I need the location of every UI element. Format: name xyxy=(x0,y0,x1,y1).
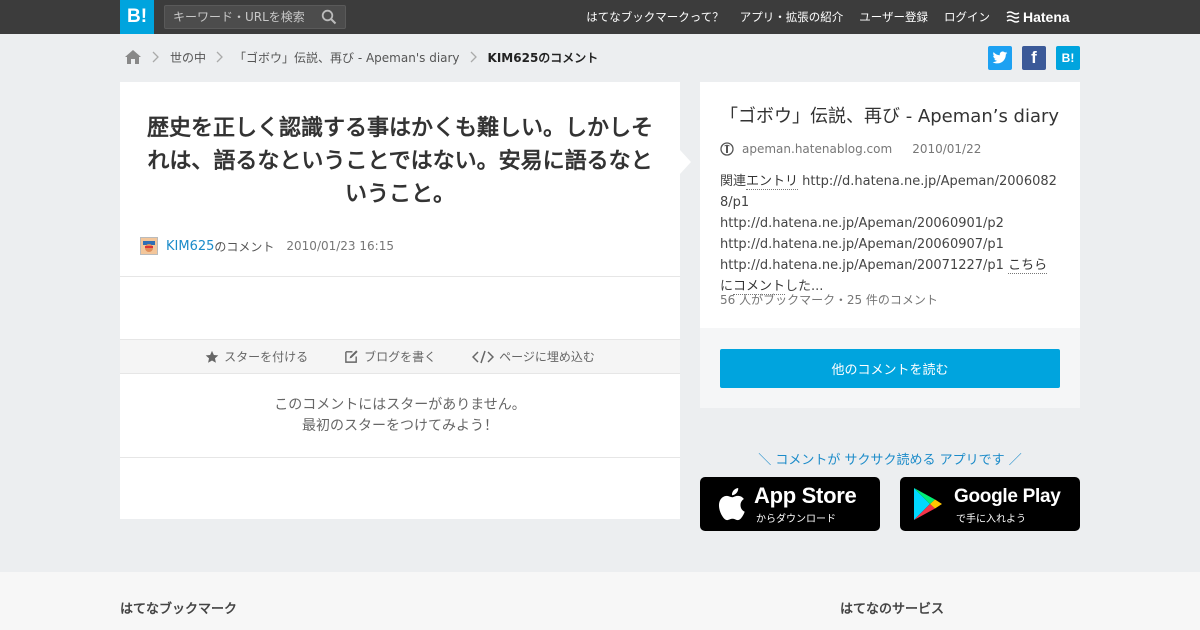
twitter-share-button[interactable] xyxy=(988,46,1012,70)
nav-login[interactable]: ログイン xyxy=(944,9,990,25)
breadcrumb-entry[interactable]: 「ゴボウ」伝説、再び - Apeman's diary xyxy=(234,49,460,66)
google-play-title: Google Play xyxy=(954,486,1061,507)
entry-summary: 関連エントリ http://d.hatena.ne.jp/Apeman/2006… xyxy=(720,171,1060,297)
comment-actions: スターを付ける ブログを書く ページに埋め込む xyxy=(120,339,680,374)
star-icon xyxy=(205,350,219,363)
hatena-brand-label: Hatena xyxy=(1023,9,1070,25)
twitter-icon xyxy=(992,51,1008,64)
write-blog-button[interactable]: ブログを書く xyxy=(344,348,436,365)
entry-title[interactable]: 「ゴボウ」伝説、再び - Apeman’s diary xyxy=(720,102,1059,128)
home-icon[interactable] xyxy=(124,49,142,65)
entry-date: 2010/01/22 xyxy=(912,142,982,156)
search-box xyxy=(164,5,346,29)
app-store-subtitle: からダウンロード xyxy=(756,514,836,525)
top-nav: はてなブックマークって？ アプリ・拡張の紹介 ユーザー登録 ログイン xyxy=(570,0,990,34)
google-play-badge[interactable]: Google Play で手に入れよう xyxy=(900,477,1080,531)
add-star-label: スターを付ける xyxy=(224,350,309,364)
breadcrumb-current: KIM625のコメント xyxy=(487,50,599,65)
chevron-right-icon xyxy=(470,51,477,63)
hatebu-share-button[interactable]: B! xyxy=(1056,46,1080,70)
comment-meta: KIM625 のコメント 2010/01/23 16:15 xyxy=(140,237,394,255)
entry-source: apeman.hatenablog.com 2010/01/22 xyxy=(720,142,981,156)
hatena-wave-icon xyxy=(1006,11,1020,23)
comment-text: 歴史を正しく認識する事はかくも難しい。しかしそれは、語るなということではない。安… xyxy=(146,116,653,207)
search-input[interactable] xyxy=(165,6,315,28)
avatar[interactable] xyxy=(140,237,158,255)
embed-button[interactable]: ページに埋め込む xyxy=(472,348,595,365)
footer: はてなブックマーク はてなのサービス xyxy=(0,572,1200,630)
divider xyxy=(120,276,680,277)
keyword-link-kochira[interactable]: こちら xyxy=(1008,258,1048,274)
nav-register[interactable]: ユーザー登録 xyxy=(859,9,928,25)
site-favicon-icon xyxy=(720,142,734,156)
search-icon[interactable] xyxy=(321,9,337,25)
comment-username[interactable]: KIM625 xyxy=(166,239,214,254)
summary-url-3: http://d.hatena.ne.jp/Apeman/20060907/p1 xyxy=(720,237,1004,252)
nav-about[interactable]: はてなブックマークって？ xyxy=(586,9,723,25)
divider xyxy=(120,457,680,458)
no-star-line2: 最初のスターをつけてみよう！ xyxy=(302,418,498,434)
hatena-brand[interactable]: Hatena xyxy=(1006,0,1070,34)
card-pointer-arrow xyxy=(680,150,691,174)
chevron-right-icon xyxy=(216,51,223,63)
comment-date[interactable]: 2010/01/23 16:15 xyxy=(286,239,394,253)
no-star-message: このコメントにはスターがありません。 最初のスターをつけてみよう！ xyxy=(120,395,680,437)
add-star-button[interactable]: スターを付ける xyxy=(205,348,308,365)
write-blog-label: ブログを書く xyxy=(364,350,437,364)
entry-domain[interactable]: apeman.hatenablog.com xyxy=(742,142,892,156)
app-promo-text: ＼ コメントが サクサク読める アプリです ／ xyxy=(758,453,1022,468)
nav-apps[interactable]: アプリ・拡張の紹介 xyxy=(740,9,844,25)
embed-label: ページに埋め込む xyxy=(499,350,595,364)
no-star-line1: このコメントにはスターがありません。 xyxy=(274,397,526,413)
summary-url-2: http://d.hatena.ne.jp/Apeman/20060901/p2 xyxy=(720,216,1004,231)
code-icon xyxy=(472,350,495,363)
facebook-share-button[interactable]: f xyxy=(1022,46,1046,70)
avatar-image-icon xyxy=(141,238,157,254)
breadcrumb: 世の中 「ゴボウ」伝説、再び - Apeman's diary KIM625のコ… xyxy=(124,44,598,70)
summary-url-4: http://d.hatena.ne.jp/Apeman/20071227/p1 xyxy=(720,258,1009,273)
entry-stats[interactable]: 56 人がブックマーク・25 件のコメント xyxy=(720,291,938,308)
google-play-icon xyxy=(914,488,942,520)
breadcrumb-category[interactable]: 世の中 xyxy=(170,49,206,66)
top-bar: B! はてなブックマークって？ アプリ・拡張の紹介 ユーザー登録 ログイン Ha… xyxy=(0,0,1200,34)
footer-hatebu-heading: はてなブックマーク xyxy=(120,602,238,617)
edit-icon xyxy=(345,350,358,363)
comment-card: 歴史を正しく認識する事はかくも難しい。しかしそれは、語るなということではない。安… xyxy=(120,82,680,519)
google-play-subtitle: で手に入れよう xyxy=(956,514,1026,525)
read-other-comments-button[interactable]: 他のコメントを読む xyxy=(720,349,1060,388)
app-store-badge[interactable]: App Store からダウンロード xyxy=(700,477,880,531)
chevron-right-icon xyxy=(152,51,159,63)
comment-suffix: のコメント xyxy=(214,239,275,254)
app-store-title: App Store xyxy=(754,483,857,508)
footer-services-heading: はてなのサービス xyxy=(840,602,945,617)
entry-footer: 他のコメントを読む xyxy=(700,328,1080,408)
summary-text: 関連 xyxy=(720,174,747,189)
hatena-bookmark-logo[interactable]: B! xyxy=(120,0,154,34)
apple-icon xyxy=(718,488,745,521)
keyword-link-entry[interactable]: エントリ xyxy=(746,174,799,190)
entry-card: 「ゴボウ」伝説、再び - Apeman’s diary apeman.haten… xyxy=(700,82,1080,328)
